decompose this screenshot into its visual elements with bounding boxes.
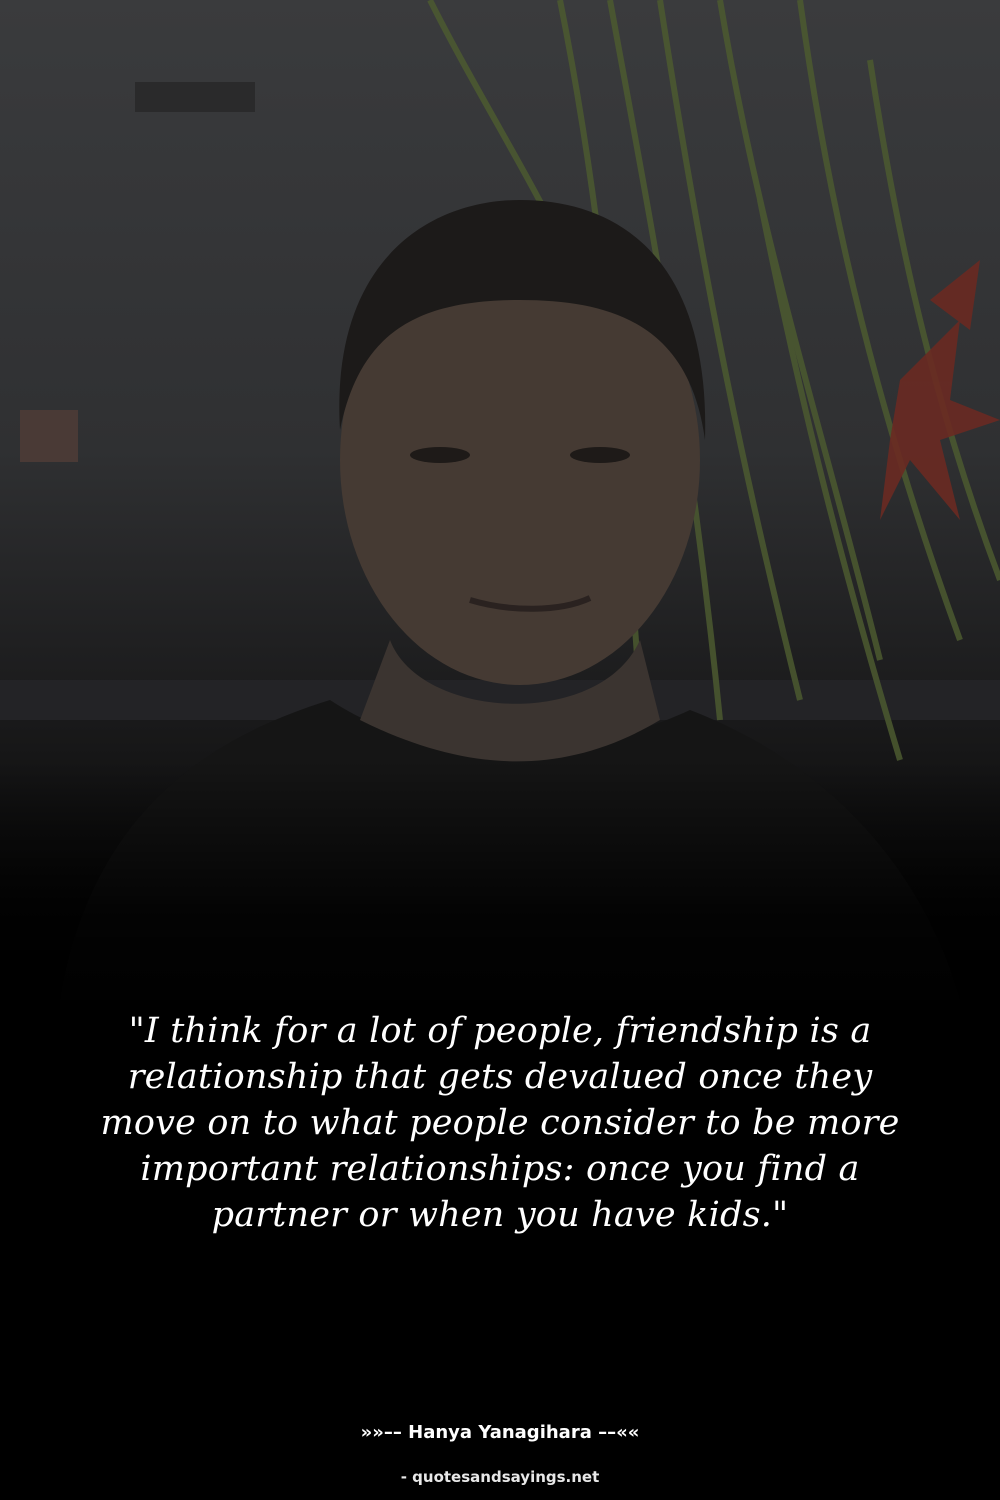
quote-card: "I think for a lot of people, friendship… bbox=[0, 0, 1000, 1500]
author-name: »»–– Hanya Yanagihara ––«« bbox=[360, 1422, 640, 1443]
quote-text: "I think for a lot of people, friendship… bbox=[100, 1011, 900, 1235]
wall-sign bbox=[20, 410, 78, 462]
left-eye bbox=[410, 447, 470, 463]
red-flower bbox=[880, 260, 1000, 520]
right-eye bbox=[570, 447, 630, 463]
site-credit: - quotesandsayings.net bbox=[400, 1468, 600, 1486]
background-photo bbox=[0, 0, 1000, 1000]
bottom-fade bbox=[0, 760, 1000, 1000]
wall-sign bbox=[135, 82, 255, 112]
